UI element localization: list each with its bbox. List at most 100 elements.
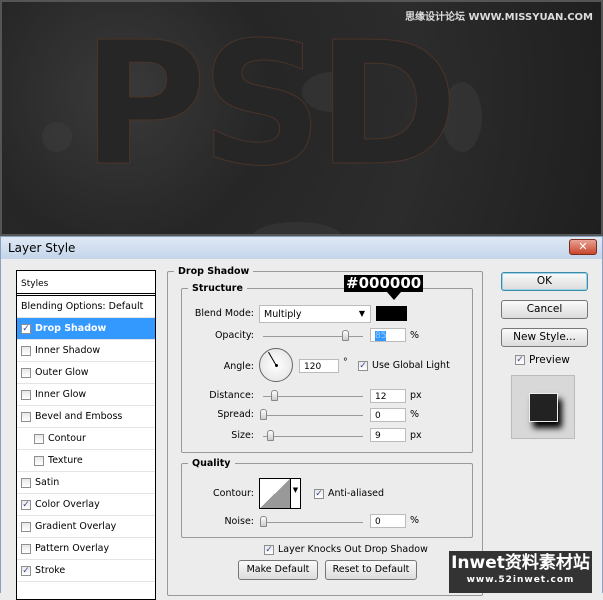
style-item-outer-glow[interactable]: Outer Glow [17, 362, 155, 384]
dialog-title: Layer Style [8, 241, 76, 255]
checkbox-icon[interactable] [21, 499, 31, 510]
spread-slider-track[interactable] [263, 415, 363, 416]
style-item-label: Satin [35, 477, 60, 488]
preview-swatch [529, 393, 558, 422]
checkbox-icon [314, 488, 324, 499]
style-item-stroke[interactable]: Stroke [17, 560, 155, 582]
watermark-line1: Inwet资料素材站 [451, 553, 590, 573]
style-item-contour[interactable]: Contour [17, 428, 155, 450]
cancel-button[interactable]: Cancel [501, 300, 588, 319]
spread-unit: % [410, 409, 420, 420]
style-item-label: Inner Shadow [35, 345, 101, 356]
checkbox-icon[interactable] [21, 323, 31, 334]
spread-slider-thumb[interactable] [260, 409, 267, 420]
distance-slider-thumb[interactable] [271, 390, 278, 401]
drop-shadow-title: Drop Shadow [178, 266, 250, 277]
annotation-pointer [387, 292, 401, 300]
style-item-texture[interactable]: Texture [17, 450, 155, 472]
distance-unit: px [410, 390, 422, 401]
style-preview [511, 375, 575, 439]
global-light-label: Use Global Light [372, 360, 450, 371]
opacity-slider-thumb[interactable] [342, 330, 349, 341]
style-item-inner-shadow[interactable]: Inner Shadow [17, 340, 155, 362]
checkbox-icon[interactable] [34, 433, 44, 444]
style-item-label: Texture [48, 455, 83, 466]
style-item-satin[interactable]: Satin [17, 472, 155, 494]
style-item-color-overlay[interactable]: Color Overlay [17, 494, 155, 516]
checkbox-icon [264, 544, 274, 555]
styles-header[interactable]: Styles [17, 271, 155, 296]
blend-mode-value: Multiply [264, 309, 302, 320]
anti-aliased-checkbox[interactable]: Anti-aliased [314, 488, 384, 499]
close-icon[interactable]: ✕ [569, 239, 597, 255]
checkbox-icon[interactable] [21, 477, 31, 488]
preview-checkbox[interactable]: Preview [515, 354, 570, 366]
opacity-input[interactable]: 85 [370, 328, 406, 342]
checkbox-icon[interactable] [21, 565, 31, 576]
contour-preview [260, 479, 290, 508]
style-item-label: Gradient Overlay [35, 521, 117, 532]
size-slider-thumb[interactable] [267, 430, 274, 441]
make-default-button[interactable]: Make Default [238, 560, 318, 580]
noise-slider-thumb[interactable] [260, 516, 267, 527]
checkbox-icon[interactable] [21, 345, 31, 356]
style-item-label: Drop Shadow [35, 323, 107, 334]
noise-input[interactable]: 0 [370, 514, 406, 528]
angle-dial[interactable] [259, 348, 293, 382]
opacity-value: 85 [375, 331, 387, 341]
size-input[interactable]: 9 [370, 428, 406, 442]
color-annotation: #000000 [344, 274, 424, 292]
structure-title: Structure [192, 283, 243, 294]
style-item-pattern-overlay[interactable]: Pattern Overlay [17, 538, 155, 560]
preview-label: Preview [529, 354, 570, 366]
size-unit: px [410, 430, 422, 441]
use-global-light-checkbox[interactable]: Use Global Light [358, 360, 450, 371]
spread-input[interactable]: 0 [370, 408, 406, 422]
noise-unit: % [410, 515, 420, 526]
checkbox-icon[interactable] [34, 455, 44, 466]
noise-slider-track[interactable] [263, 522, 363, 523]
layer-knocks-out-checkbox[interactable]: Layer Knocks Out Drop Shadow [264, 544, 428, 555]
watermark-line2: www.52inwet.com [466, 575, 575, 585]
blend-mode-select[interactable]: Multiply ▼ [259, 305, 371, 323]
style-item-label: Blending Options: Default [21, 301, 144, 312]
checkbox-icon[interactable] [21, 521, 31, 532]
shadow-color-swatch[interactable] [376, 306, 407, 321]
checkbox-icon[interactable] [21, 367, 31, 378]
contour-picker[interactable]: ▼ [259, 478, 301, 509]
distance-slider-track[interactable] [263, 396, 363, 397]
checkbox-icon[interactable] [21, 411, 31, 422]
quality-title: Quality [192, 458, 231, 469]
checkbox-icon [358, 360, 368, 371]
angle-label: Angle: [223, 361, 254, 372]
distance-label: Distance: [209, 390, 254, 401]
chevron-down-icon: ▼ [358, 309, 365, 318]
style-item-label: Contour [48, 433, 86, 444]
style-item-blending-options-default[interactable]: Blending Options: Default [17, 296, 155, 318]
style-item-bevel-and-emboss[interactable]: Bevel and Emboss [17, 406, 155, 428]
watermark: 思缘设计论坛 WWW.MISSYUAN.COM [405, 12, 593, 23]
checkbox-icon[interactable] [21, 389, 31, 400]
knockout-label: Layer Knocks Out Drop Shadow [278, 544, 428, 555]
opacity-label: Opacity: [214, 330, 254, 341]
checkbox-icon[interactable] [21, 543, 31, 554]
dialog-titlebar[interactable] [0, 236, 603, 259]
new-style-button[interactable]: New Style... [501, 328, 588, 347]
size-slider-track[interactable] [263, 436, 363, 437]
checkbox-icon [515, 355, 525, 365]
style-item-drop-shadow[interactable]: Drop Shadow [17, 318, 155, 340]
angle-input[interactable]: 120 [299, 359, 339, 373]
style-item-label: Color Overlay [35, 499, 100, 510]
ok-button[interactable]: OK [501, 272, 588, 291]
style-item-inner-glow[interactable]: Inner Glow [17, 384, 155, 406]
angle-unit: ° [343, 357, 348, 368]
style-item-label: Stroke [35, 565, 66, 576]
spread-label: Spread: [217, 409, 254, 420]
style-item-label: Outer Glow [35, 367, 89, 378]
distance-input[interactable]: 12 [370, 389, 406, 403]
reset-to-default-button[interactable]: Reset to Default [325, 560, 417, 580]
style-item-gradient-overlay[interactable]: Gradient Overlay [17, 516, 155, 538]
style-item-label: Pattern Overlay [35, 543, 110, 554]
chevron-down-icon[interactable]: ▼ [290, 479, 300, 508]
contour-label: Contour: [213, 488, 254, 499]
